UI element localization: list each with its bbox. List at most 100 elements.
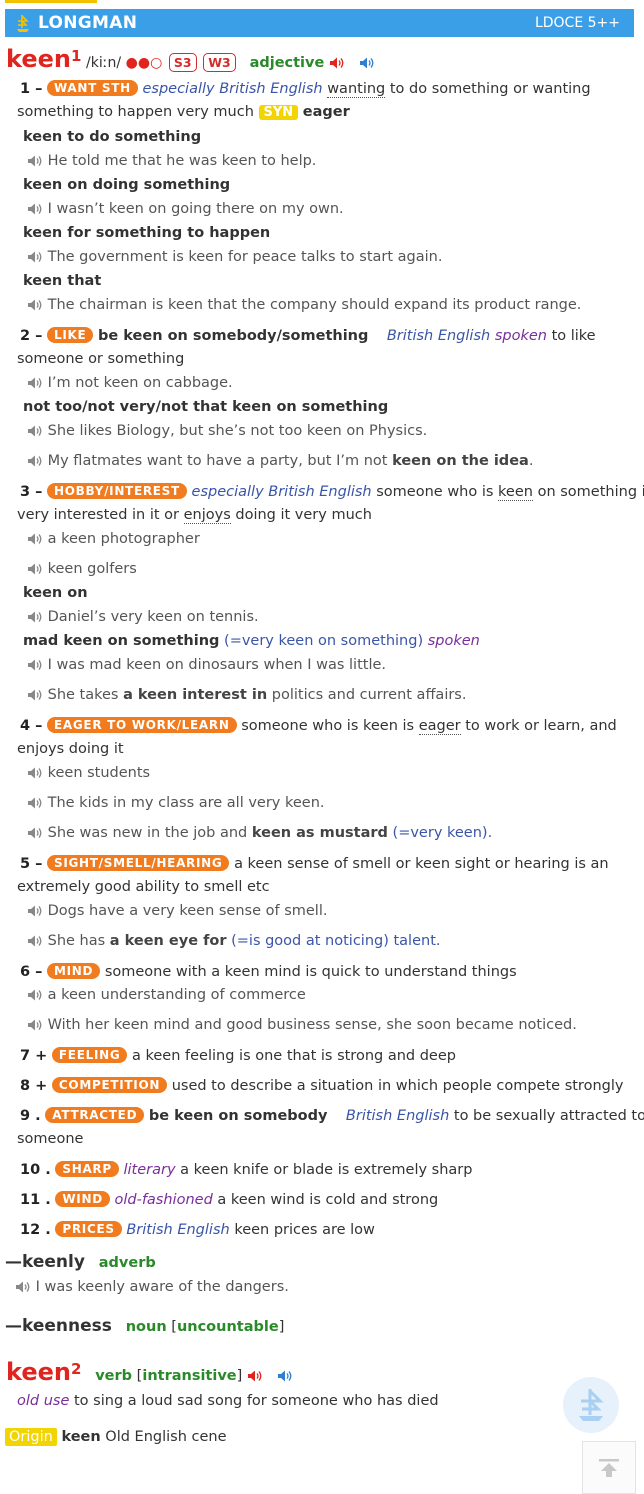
sense-5: 5 – SIGHT/SMELL/HEARING a keen sense of … (20, 855, 644, 872)
gloss: (=is good at noticing) talent. (226, 933, 441, 949)
signpost: WANT STH (47, 80, 138, 96)
example-audio-icon[interactable] (27, 826, 43, 840)
collocation-text: mad keen on something (23, 633, 220, 649)
example-text: . (528, 453, 534, 469)
example-audio-icon[interactable] (27, 454, 43, 468)
definition-link[interactable]: enjoys (183, 507, 231, 524)
american-audio-icon[interactable] (359, 56, 375, 70)
origin: Origin keen Old English cene (5, 1428, 644, 1446)
british-audio-icon[interactable] (247, 1369, 263, 1383)
scroll-to-top-button[interactable] (582, 1441, 636, 1494)
gloss: (=very keen). (387, 825, 493, 841)
signpost: HOBBY/INTEREST (47, 483, 187, 499)
part-of-speech: adverb (98, 1255, 156, 1271)
example-audio-icon[interactable] (27, 562, 43, 576)
definition-text: to work or learn, and (465, 718, 617, 734)
example: The government is keen for peace talks t… (27, 249, 644, 265)
definition-text: someone who is keen is (241, 718, 415, 734)
register-label: old use (17, 1393, 70, 1409)
example: I was mad keen on dinosaurs when I was l… (27, 657, 644, 673)
example: She has a keen eye for (=is good at noti… (27, 933, 644, 949)
example-audio-icon[interactable] (27, 610, 43, 624)
example-text: She takes (47, 687, 124, 703)
example-text: Dogs have a very keen sense of smell. (47, 903, 328, 919)
signpost: LIKE (47, 327, 94, 343)
sense-3: 3 – HOBBY/INTEREST especially British En… (20, 483, 644, 501)
collocation: keen on (23, 585, 88, 601)
example-text: a keen understanding of commerce (47, 987, 306, 1003)
definition-link[interactable]: keen (498, 484, 533, 501)
example: My flatmates want to have a party, but I… (27, 453, 644, 469)
definition[interactable]: wanting (327, 81, 386, 98)
example: She likes Biology, but she’s not too kee… (27, 423, 644, 439)
register-label: especially British English (191, 484, 372, 500)
example: She was new in the job and keen as musta… (27, 825, 644, 841)
longman-watermark-icon (563, 1377, 619, 1433)
example-bold: keen as mustard (251, 825, 388, 841)
collocation: keen to do something (23, 129, 202, 145)
american-audio-icon[interactable] (277, 1369, 293, 1383)
definition-link[interactable]: eager (418, 718, 461, 735)
example-audio-icon[interactable] (27, 154, 43, 168)
example: keen golfers (27, 561, 644, 577)
sense-number: 8 + (20, 1078, 48, 1094)
example-audio-icon[interactable] (27, 250, 43, 264)
pronunciation: /kiːn/ (86, 55, 122, 71)
runon-dash: — (5, 1252, 22, 1272)
example: keen students (27, 765, 644, 781)
example-audio-icon[interactable] (27, 424, 43, 438)
sense-6: 6 – MIND someone with a keen mind is qui… (20, 963, 644, 980)
homograph-number: 1 (70, 47, 82, 66)
example-audio-icon[interactable] (27, 988, 43, 1002)
collocation: keen that (23, 273, 102, 289)
lexical-unit: be keen on somebody (148, 1108, 328, 1124)
example: I wasn’t keen on going there on my own. (27, 201, 644, 217)
runon-word: keenness (22, 1316, 112, 1336)
sense-number: 12 . (20, 1222, 51, 1238)
homograph-number: 2 (70, 1360, 82, 1379)
definition-text: very interested in it or (17, 507, 179, 523)
example: She takes a keen interest in politics an… (27, 687, 644, 703)
example-audio-icon[interactable] (27, 202, 43, 216)
example-audio-icon[interactable] (27, 298, 43, 312)
example-audio-icon[interactable] (27, 658, 43, 672)
definition-text: someone or something (17, 351, 185, 367)
example-audio-icon[interactable] (27, 376, 43, 390)
definition-text: to sing a loud sad song for someone who … (74, 1393, 439, 1409)
entry2-header: keen2 verb [intransitive] (6, 1358, 644, 1386)
part-of-speech: verb (95, 1368, 133, 1384)
origin-text: Old English cene (105, 1429, 227, 1445)
example-text: keen golfers (47, 561, 137, 577)
british-audio-icon[interactable] (329, 56, 345, 70)
sense-8[interactable]: 8 + COMPETITION used to describe a situa… (20, 1077, 644, 1094)
spoken-label: spoken (427, 633, 480, 649)
example-audio-icon[interactable] (15, 1280, 31, 1294)
definition-text: someone who is (376, 484, 494, 500)
example-audio-icon[interactable] (27, 904, 43, 918)
example: a keen photographer (27, 531, 644, 547)
example-audio-icon[interactable] (27, 934, 43, 948)
example-audio-icon[interactable] (27, 1018, 43, 1032)
example-audio-icon[interactable] (27, 766, 43, 780)
part-of-speech: adjective (249, 55, 325, 71)
synonym[interactable]: eager (303, 104, 350, 120)
lexical-unit: be keen on somebody/something (98, 328, 369, 344)
sense-number: 2 – (20, 328, 43, 344)
example-audio-icon[interactable] (27, 688, 43, 702)
entry1-header: keen1 /kiːn/ ●●○ S3 W3 adjective (6, 45, 644, 73)
runon-keenly: —keenly adverb (5, 1252, 644, 1272)
sense-7[interactable]: 7 + FEELING a keen feeling is one that i… (20, 1047, 644, 1064)
example-text: With her keen mind and good business sen… (47, 1017, 577, 1033)
example-audio-icon[interactable] (27, 796, 43, 810)
grammar-label: uncountable (176, 1319, 279, 1335)
collocation: not too/not very/not that keen on someth… (23, 399, 389, 415)
headword: keen (6, 45, 71, 73)
runon-word: keenly (22, 1252, 85, 1272)
register-label: especially British English (142, 81, 323, 97)
definition-text: a keen knife or blade is extremely sharp (180, 1162, 473, 1178)
sense-9: 9 . ATTRACTED be keen on somebody Britis… (20, 1107, 644, 1124)
spoken-label: spoken (494, 328, 547, 344)
signpost: SHARP (55, 1161, 119, 1177)
example-audio-icon[interactable] (27, 532, 43, 546)
example: Daniel’s very keen on tennis. (27, 609, 644, 625)
